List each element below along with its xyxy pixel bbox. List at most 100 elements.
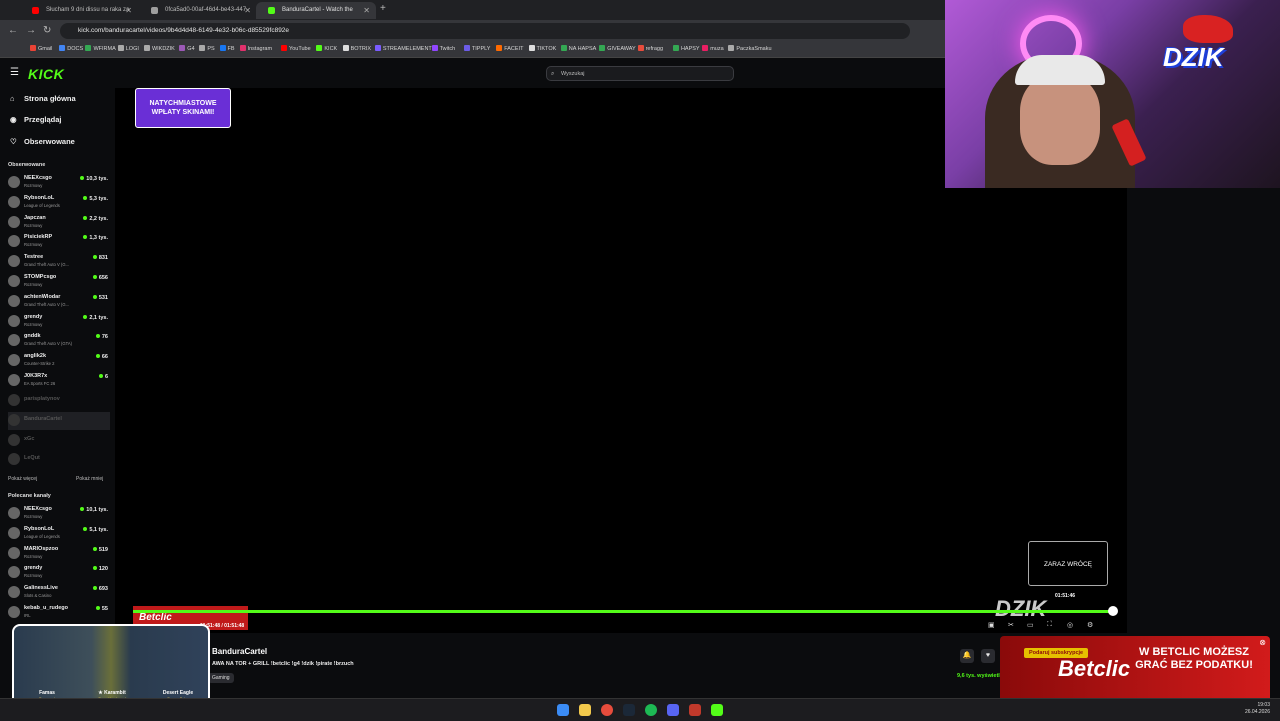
bookmark-item[interactable]: YouTube (281, 45, 311, 52)
avatar (8, 195, 20, 208)
settings-icon[interactable]: ⚙ (1087, 621, 1093, 629)
channel-item[interactable]: PisiciekRP Rozmowy 1,3 tys. (8, 233, 110, 251)
windows-start-icon[interactable] (557, 704, 569, 716)
bookmark-item[interactable]: Twitch (431, 45, 455, 52)
pip-icon[interactable]: ▣ (988, 621, 995, 629)
bookmark-item[interactable]: GIVEAWAY (599, 45, 636, 52)
progress-bar[interactable] (133, 610, 1111, 613)
bookmark-item[interactable]: G4 (179, 45, 195, 52)
clip-icon[interactable]: ✂ (1008, 621, 1014, 629)
bookmark-item[interactable]: FACEIT (496, 45, 523, 52)
bookmark-item[interactable]: LOGI (117, 45, 139, 52)
viewer-count-value: 2,1 tys. (89, 314, 108, 321)
channel-item-offline[interactable]: LeQut (8, 451, 110, 469)
nav-home[interactable]: ⌂ Strona główna (10, 94, 76, 103)
nav-browse[interactable]: ◉ Przeglądaj (10, 115, 62, 124)
bookmark-item[interactable]: WFIRMA (85, 45, 116, 52)
browser-tab-3[interactable]: BanduraCartel - Watch the ✕ (256, 2, 376, 19)
bookmark-item[interactable]: HAPSY (672, 45, 700, 52)
spotify-icon[interactable] (645, 704, 657, 716)
channel-item[interactable]: grendy Rozmowy 120 (8, 564, 110, 582)
new-tab-button[interactable]: + (380, 3, 386, 14)
bookmark-item[interactable]: DOCS (59, 45, 83, 52)
app-icon[interactable] (689, 704, 701, 716)
bookmark-item[interactable]: muza (702, 45, 724, 52)
channel-item[interactable]: RybsonLoL League of Legends 5,1 tys. (8, 525, 110, 543)
close-icon[interactable]: ✕ (125, 2, 132, 19)
channel-item-offline[interactable]: BanduraCartel (8, 411, 110, 430)
channel-item[interactable]: MARIOspzoo Rozmowy 519 (8, 545, 110, 563)
streamer-name[interactable]: BanduraCartel (212, 647, 267, 656)
channel-category: Counter-Strike 2 (24, 361, 55, 367)
channel-item[interactable]: Japczan Rozmowy 2,2 tys. (8, 214, 110, 232)
bookmark-item[interactable]: PS (199, 45, 215, 52)
category-tag[interactable]: Gaming (208, 673, 234, 683)
folder-icon[interactable] (579, 704, 591, 716)
show-more-button[interactable]: Pokaż więcej (8, 476, 37, 482)
browser-tab-1[interactable]: Słucham 9 dni dissu na raka za ✕ (20, 2, 138, 19)
back-icon[interactable]: ← (8, 25, 18, 36)
channel-item-offline[interactable]: xGc (8, 432, 110, 450)
channel-item[interactable]: grendy Rozmowy 2,1 tys. (8, 313, 110, 331)
promo-banner[interactable]: NATYCHMIASTOWE WPŁATY SKINAMI! (135, 88, 231, 128)
viewer-count: 5,1 tys. (83, 526, 108, 533)
discord-icon[interactable] (667, 704, 679, 716)
kick-app-icon[interactable] (711, 704, 723, 716)
bookmark-item[interactable]: TIKTOK (528, 45, 556, 52)
fullscreen-icon[interactable]: ⛶ (1047, 621, 1052, 629)
bookmark-item[interactable]: Instagram (239, 45, 272, 52)
bookmark-item[interactable]: Gmail (30, 45, 52, 52)
channel-item[interactable]: kebab_u_rudego IRL 55 (8, 604, 110, 622)
close-icon[interactable]: ✕ (363, 2, 370, 19)
channel-item[interactable]: RybsonLoL League of Legends 5,3 tys. (8, 194, 110, 212)
channel-item[interactable]: Testree Grand Theft Auto V (G... 831 (8, 253, 110, 271)
close-icon[interactable]: ✕ (244, 2, 251, 19)
avatar (8, 606, 20, 618)
live-dot-icon (83, 235, 88, 240)
progress-handle[interactable] (1108, 606, 1118, 616)
reload-icon[interactable]: ↻ (43, 25, 51, 36)
kick-logo[interactable]: KICK (28, 66, 64, 82)
bookmark-label: KICK (324, 46, 338, 52)
channel-name: Testree (24, 254, 44, 261)
channel-item[interactable]: gnddk Grand Theft Auto V (GTA) 76 (8, 332, 110, 350)
clock: 19:03 26.04.2026 (1245, 702, 1270, 716)
bookmark-item[interactable]: BOTRIX (342, 45, 372, 52)
heart-icon[interactable]: ♥ (981, 649, 995, 663)
channel-item-offline[interactable]: parisplatynov (8, 392, 110, 410)
theater-icon[interactable]: ▭ (1027, 621, 1034, 629)
chrome-icon[interactable] (601, 704, 613, 716)
channel-item[interactable]: J0K3R7x EA Sports FC 26 6 (8, 372, 110, 390)
channel-item[interactable]: GalinessLive Slots & Casino 693 (8, 584, 110, 602)
bookmark-item[interactable]: PaczkaSmaku (728, 45, 772, 52)
speed-icon[interactable]: ◎ (1067, 621, 1073, 629)
steam-icon[interactable] (623, 704, 635, 716)
viewer-count-value: 5,3 tys. (89, 195, 108, 202)
tab-title: Słucham 9 dni dissu na raka za (46, 7, 130, 13)
search-input[interactable]: ⌕ Wyszukaj (546, 66, 734, 81)
channel-item[interactable]: achtenWlodar Grand Theft Auto V (G... 531 (8, 293, 110, 311)
live-dot-icon (80, 507, 85, 511)
bookmark-item[interactable]: WIKDZIK (143, 45, 175, 52)
channel-item[interactable]: anglik2k Counter-Strike 2 66 (8, 352, 110, 370)
bookmark-item[interactable]: STREAMELEMENTS (374, 45, 435, 52)
bookmark-label: BOTRIX (350, 46, 372, 52)
menu-icon[interactable]: ☰ (10, 67, 19, 78)
bookmark-item[interactable]: KICK (316, 45, 337, 52)
bookmark-item[interactable]: FB (219, 45, 235, 52)
channel-item[interactable]: NEEXcsgo Rozmowy 10,1 tys. (8, 505, 110, 523)
close-icon[interactable]: ⊗ (1259, 638, 1266, 647)
browser-tab-2[interactable]: 0fca5ad0-00af-46d4-be43-447 ✕ (139, 2, 257, 19)
avatar (8, 374, 20, 386)
bookmark-item[interactable]: TIPPLY (463, 45, 490, 52)
bookmark-item[interactable]: refragg (637, 45, 663, 52)
viewer-count-value: 2,2 tys. (89, 215, 108, 222)
channel-item[interactable]: NEEXcsgo Rozmowy 10,3 tys. (8, 174, 110, 192)
bookmark-item[interactable]: NA HAPSA (560, 45, 596, 52)
bell-icon[interactable]: 🔔 (960, 649, 974, 663)
show-less-button[interactable]: Pokaż mniej (76, 476, 103, 482)
channel-item[interactable]: STOMPcsgo Rozmowy 656 (8, 273, 110, 291)
url-input[interactable]: kick.com/banduracartel/videos/9b4d4d48-6… (60, 23, 910, 39)
forward-icon[interactable]: → (26, 25, 36, 36)
nav-following[interactable]: ♡ Obserwowane (10, 137, 75, 146)
